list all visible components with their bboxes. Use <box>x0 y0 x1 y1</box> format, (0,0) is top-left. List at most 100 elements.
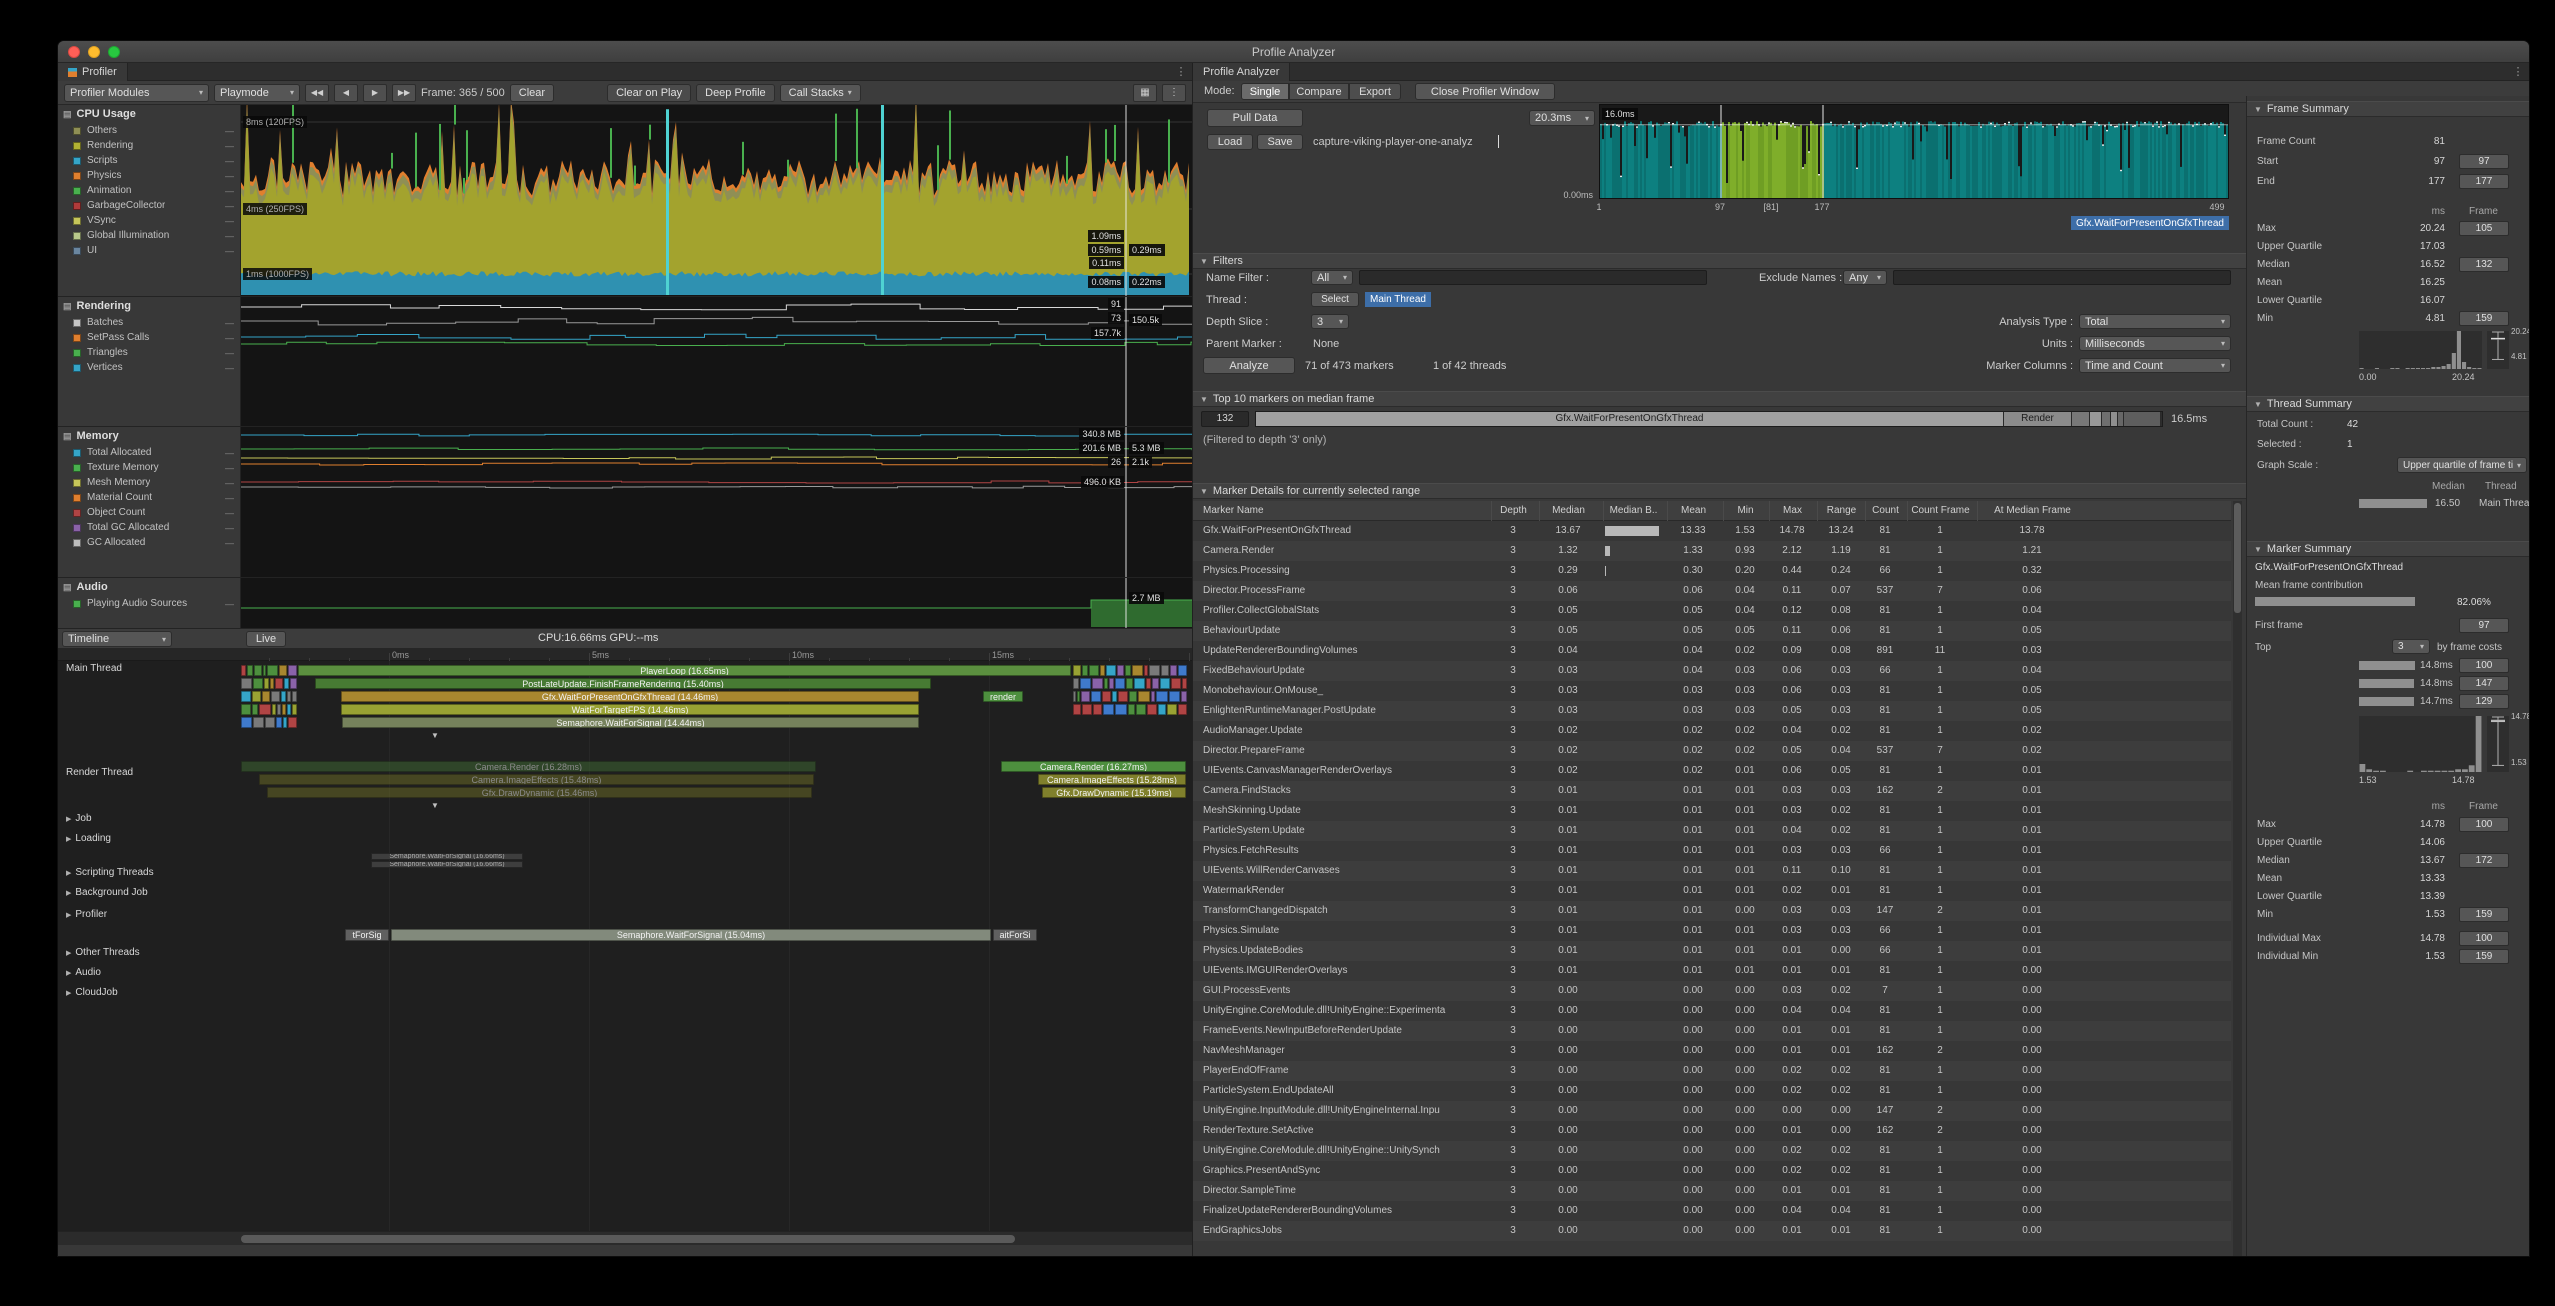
table-column-header[interactable]: Mean <box>1667 501 1719 521</box>
module-chart[interactable]: 340.8 MB201.6 MB5.3 MB262.1k496.0 KB <box>241 427 1193 577</box>
scrollbar-thumb[interactable] <box>241 1235 1015 1243</box>
table-row[interactable]: Physics.FetchResults30.010.010.010.030.0… <box>1193 841 2231 861</box>
timeline-bar[interactable]: PostLateUpdate.FinishFrameRendering (15.… <box>315 678 931 689</box>
table-column-header[interactable]: Max <box>1769 501 1815 521</box>
top10-segment[interactable] <box>2102 412 2111 426</box>
table-row[interactable]: UpdateRendererBoundingVolumes30.040.040.… <box>1193 641 2231 661</box>
timeline-bar[interactable]: Semaphore.WaitForSignal (16.66ms) <box>371 861 523 868</box>
table-row[interactable]: FrameEvents.NewInputBeforeRenderUpdate30… <box>1193 1021 2231 1041</box>
legend-item[interactable]: Rendering— <box>58 138 240 153</box>
timeline-bar[interactable] <box>1093 704 1102 715</box>
timeline-bar[interactable] <box>259 704 271 715</box>
profiler-tab-menu-icon[interactable]: ⋮ <box>1174 65 1188 78</box>
legend-drag-handle[interactable]: — <box>225 231 234 241</box>
legend-drag-handle[interactable]: — <box>225 448 234 458</box>
legend-drag-handle[interactable]: — <box>225 538 234 548</box>
legend-drag-handle[interactable]: — <box>225 126 234 136</box>
table-column-header[interactable]: Min <box>1723 501 1767 521</box>
marker-columns-dropdown[interactable]: Time and Count▾ <box>2079 358 2231 373</box>
goto-frame-button[interactable]: 105 <box>2459 221 2509 236</box>
timeline-bar[interactable]: Gfx.DrawDynamic (15.19ms) <box>1042 787 1186 798</box>
timeline-bar[interactable] <box>1100 665 1105 676</box>
legend-item[interactable]: Total GC Allocated— <box>58 520 240 535</box>
timeline-bar[interactable] <box>1073 678 1079 689</box>
timeline-bar[interactable] <box>1158 704 1166 715</box>
name-filter-input[interactable] <box>1359 270 1707 285</box>
timeline-bar[interactable] <box>1125 665 1131 676</box>
table-row[interactable]: FixedBehaviourUpdate30.030.040.030.060.0… <box>1193 661 2231 681</box>
legend-item[interactable]: Physics— <box>58 168 240 183</box>
goto-frame-button[interactable]: 132 <box>2459 257 2509 272</box>
toolbar-more-icon[interactable]: ⋮ <box>1162 84 1186 102</box>
thread-label[interactable]: ▶Scripting Threads <box>66 867 154 878</box>
timeline-view[interactable]: 0ms5ms10ms15ms Main ThreadPlayerLoop (16… <box>58 649 1193 1231</box>
table-row[interactable]: ParticleSystem.EndUpdateAll30.000.000.00… <box>1193 1081 2231 1101</box>
timeline-bar[interactable] <box>292 704 297 715</box>
timeline-bar[interactable] <box>1146 678 1151 689</box>
timeline-bar[interactable] <box>1178 704 1187 715</box>
table-column-header[interactable]: Depth <box>1491 501 1535 521</box>
goto-frame-button[interactable]: 172 <box>2459 853 2509 868</box>
legend-item[interactable]: Playing Audio Sources— <box>58 596 240 611</box>
frame-back-button[interactable]: ◀ <box>334 84 358 102</box>
timeline-bar[interactable] <box>1149 665 1160 676</box>
legend-item[interactable]: Vertices— <box>58 360 240 375</box>
timeline-bar[interactable] <box>279 665 287 676</box>
timeline-bar[interactable] <box>1161 665 1168 676</box>
timeline-bar[interactable] <box>1138 691 1150 702</box>
table-row[interactable]: AudioManager.Update30.020.020.020.040.02… <box>1193 721 2231 741</box>
table-row[interactable]: NavMeshManager30.000.000.000.010.0116220… <box>1193 1041 2231 1061</box>
timeline-bar[interactable]: WaitForTargetFPS (14.46ms) <box>341 704 919 715</box>
timeline-bar[interactable] <box>1102 691 1111 702</box>
table-row[interactable]: UIEvents.WillRenderCanvases30.010.010.01… <box>1193 861 2231 881</box>
timeline-bar[interactable] <box>241 678 252 689</box>
legend-item[interactable]: Scripts— <box>58 153 240 168</box>
legend-item[interactable]: UI— <box>58 243 240 258</box>
timeline-bar[interactable] <box>288 665 297 676</box>
legend-item[interactable]: Triangles— <box>58 345 240 360</box>
top10-segment[interactable] <box>2111 412 2118 426</box>
table-row[interactable]: Physics.UpdateBodies30.010.010.010.010.0… <box>1193 941 2231 961</box>
foldout-closed-icon[interactable]: ▶ <box>66 889 71 897</box>
legend-drag-handle[interactable]: — <box>225 171 234 181</box>
timeline-bar[interactable] <box>1112 691 1117 702</box>
table-row[interactable]: Physics.Simulate30.010.010.010.030.03661… <box>1193 921 2231 941</box>
marker-details-header[interactable]: ▼Marker Details for currently selected r… <box>1193 483 2246 499</box>
timeline-bar[interactable]: Semaphore.WaitForSignal (16.66ms) <box>371 853 523 860</box>
expand-more-icon[interactable]: ▼ <box>431 731 439 740</box>
timeline-bar[interactable]: Gfx.WaitForPresentOnGfxThread (14.46ms) <box>341 691 919 702</box>
table-row[interactable]: WatermarkRender30.010.010.010.020.018110… <box>1193 881 2231 901</box>
frame-time-chart[interactable]: 16.0ms <box>1599 104 2229 199</box>
legend-drag-handle[interactable]: — <box>225 186 234 196</box>
module-chart[interactable]: 8ms (120FPS)4ms (250FPS)1ms (1000FPS)1.0… <box>241 105 1193 296</box>
timeline-hscrollbar[interactable] <box>58 1231 1193 1245</box>
table-row[interactable]: EnlightenRuntimeManager.PostUpdate30.030… <box>1193 701 2231 721</box>
table-row[interactable]: PlayerEndOfFrame30.000.000.000.020.02811… <box>1193 1061 2231 1081</box>
top10-segment[interactable]: Gfx.WaitForPresentOnGfxThread <box>1256 412 2004 426</box>
timeline-bar[interactable]: Camera.Render (16.27ms) <box>1001 761 1186 772</box>
legend-drag-handle[interactable]: — <box>225 599 234 609</box>
timeline-bar[interactable] <box>253 717 264 728</box>
top10-segment[interactable]: Render <box>2004 412 2072 426</box>
timeline-bar[interactable] <box>1082 665 1088 676</box>
timeline-bar[interactable] <box>1118 691 1128 702</box>
timeline-bar[interactable] <box>1134 678 1145 689</box>
timeline-bar[interactable] <box>281 691 286 702</box>
foldout-closed-icon[interactable]: ▶ <box>66 911 71 919</box>
filters-section-header[interactable]: ▼Filters <box>1193 253 2246 269</box>
tab-profile-analyzer[interactable]: Profile Analyzer <box>1193 63 1290 81</box>
frame-last-button[interactable]: ▶▶ <box>392 84 416 102</box>
legend-drag-handle[interactable]: — <box>225 318 234 328</box>
timeline-bar[interactable] <box>1092 678 1102 689</box>
table-row[interactable]: Monobehaviour.OnMouse_30.030.030.030.060… <box>1193 681 2231 701</box>
save-button[interactable]: Save <box>1257 134 1303 150</box>
timeline-bar[interactable]: Camera.ImageEffects (15.28ms) <box>1038 774 1186 785</box>
pull-data-button[interactable]: Pull Data <box>1207 109 1303 127</box>
table-row[interactable]: MeshSkinning.Update30.010.010.010.030.02… <box>1193 801 2231 821</box>
frame-forward-button[interactable]: ▶ <box>363 84 387 102</box>
timeline-bar[interactable] <box>241 665 246 676</box>
table-row[interactable]: Physics.Processing30.290.300.200.440.246… <box>1193 561 2231 581</box>
timeline-bar[interactable] <box>252 704 258 715</box>
legend-drag-handle[interactable]: — <box>225 508 234 518</box>
table-row[interactable]: UIEvents.CanvasManagerRenderOverlays30.0… <box>1193 761 2231 781</box>
